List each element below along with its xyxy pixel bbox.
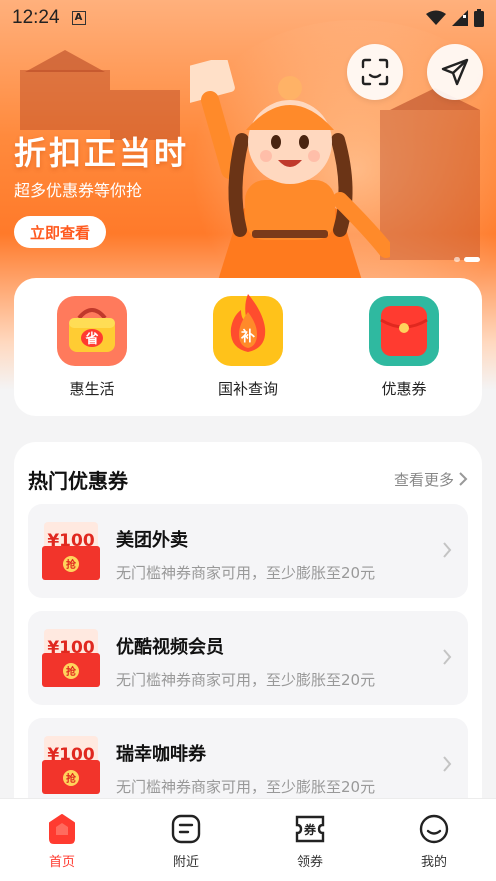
banner-pagination xyxy=(454,257,480,262)
signal-icon xyxy=(452,10,468,26)
chevron-right-icon xyxy=(443,756,452,772)
coupon-name: 瑞幸咖啡券 xyxy=(116,744,206,765)
banner-building xyxy=(20,70,110,130)
quick-entry-card: 省 惠生活 补 国补查询 优惠券 xyxy=(14,278,482,416)
status-icons xyxy=(426,9,484,27)
notification-badge: A xyxy=(71,11,86,25)
share-button[interactable] xyxy=(427,44,483,100)
coupon-ticket-icon: ¥100 抢 xyxy=(42,629,100,687)
banner-subline: 超多优惠券等你抢 xyxy=(14,181,143,200)
basket-icon: 省 xyxy=(57,296,127,366)
tab-home[interactable]: 首页 xyxy=(0,799,124,881)
view-more-label: 查看更多 xyxy=(393,470,454,489)
red-envelope-icon xyxy=(369,296,439,366)
basket-badge: 省 xyxy=(84,331,98,347)
send-icon xyxy=(441,58,469,86)
tab-coupons[interactable]: 券 领券 xyxy=(248,799,372,881)
tab-label: 首页 xyxy=(48,855,75,870)
quick-entry-label: 国补查询 xyxy=(217,380,278,398)
coupon-amount: ¥100 xyxy=(47,745,94,765)
nearby-icon xyxy=(171,814,201,844)
wifi-icon xyxy=(426,10,446,25)
profile-icon xyxy=(419,814,449,844)
scan-button[interactable] xyxy=(347,44,403,100)
coupon-icon: 券 xyxy=(295,815,325,843)
coupon-desc: 无门槛神券商家可用，至少膨胀至20元 xyxy=(116,671,376,689)
view-now-button[interactable]: 立即查看 xyxy=(14,216,106,248)
battery-icon xyxy=(474,9,484,27)
coupon-amount: ¥100 xyxy=(47,531,94,551)
quick-entry-hui-life[interactable]: 省 惠生活 xyxy=(14,278,170,416)
tab-label: 我的 xyxy=(420,855,447,870)
flame-badge: 补 xyxy=(240,328,255,345)
view-more-link[interactable]: 查看更多 xyxy=(394,469,468,490)
quick-entry-label: 惠生活 xyxy=(69,380,115,398)
hot-header: 热门优惠券 查看更多 xyxy=(14,442,482,498)
coupon-name: 美团外卖 xyxy=(116,530,188,551)
coupon-desc: 无门槛神券商家可用，至少膨胀至20元 xyxy=(116,564,376,582)
banner-headline: 折扣正当时 xyxy=(14,134,190,172)
banner-roof xyxy=(25,50,105,72)
scan-icon xyxy=(361,58,389,86)
pagination-dot-active xyxy=(464,257,480,262)
coupon-desc: 无门槛神券商家可用，至少膨胀至20元 xyxy=(116,778,376,796)
svg-text:券: 券 xyxy=(303,822,317,837)
coupon-stamp: 抢 xyxy=(66,558,77,571)
bottom-nav: 首页 附近 券 领券 我的 xyxy=(0,798,496,881)
tab-label: 附近 xyxy=(172,855,199,870)
chevron-right-icon xyxy=(443,649,452,665)
coupon-amount: ¥100 xyxy=(47,638,94,658)
quick-entry-subsidy[interactable]: 补 国补查询 xyxy=(170,278,326,416)
coupon-name: 优酷视频会员 xyxy=(116,637,224,658)
coupon-stamp: 抢 xyxy=(66,665,77,678)
quick-entry-coupons[interactable]: 优惠券 xyxy=(326,278,482,416)
tab-nearby[interactable]: 附近 xyxy=(124,799,248,881)
chevron-right-icon xyxy=(459,472,468,486)
status-bar: 12:24 A xyxy=(0,0,496,36)
chevron-right-icon xyxy=(443,542,452,558)
coupon-ticket-icon: ¥100 抢 xyxy=(42,522,100,580)
quick-entry-label: 优惠券 xyxy=(381,380,427,398)
coupon-card[interactable]: ¥100 抢 优酷视频会员 无门槛神券商家可用，至少膨胀至20元 xyxy=(28,611,468,705)
tab-label: 领券 xyxy=(296,855,323,870)
banner-building xyxy=(380,110,480,260)
status-time: 12:24 xyxy=(12,7,60,28)
tab-profile[interactable]: 我的 xyxy=(372,799,496,881)
hot-title: 热门优惠券 xyxy=(28,468,128,493)
flame-icon: 补 xyxy=(213,294,283,366)
home-icon xyxy=(49,814,75,844)
coupon-ticket-icon: ¥100 抢 xyxy=(42,736,100,794)
coupon-stamp: 抢 xyxy=(66,772,77,785)
pagination-dot xyxy=(454,257,460,262)
coupon-card[interactable]: ¥100 抢 美团外卖 无门槛神券商家可用，至少膨胀至20元 xyxy=(28,504,468,598)
